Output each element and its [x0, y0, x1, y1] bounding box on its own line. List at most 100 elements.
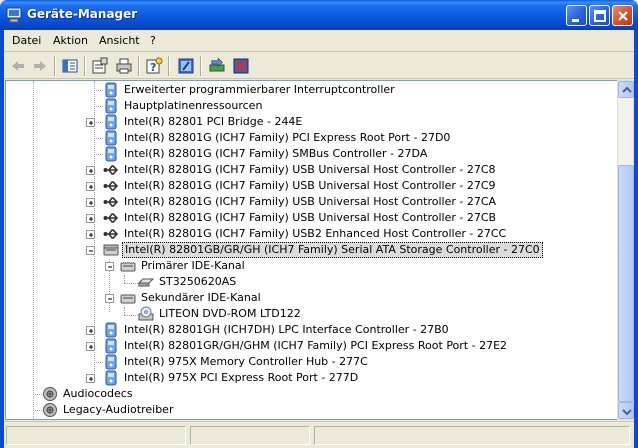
scroll-thumb[interactable]: [618, 165, 634, 402]
show-hide-tree-button[interactable]: [60, 56, 80, 76]
tree-item-label: Intel(R) 82801G (ICH7 Family) USB2 Enhan…: [124, 227, 507, 240]
tree-item-label: Intel(R) 82801GH (ICH7DH) LPC Interface …: [124, 323, 449, 336]
plus-icon: [89, 345, 93, 349]
ide-channel-icon: [120, 294, 136, 304]
usb-icon: [103, 213, 119, 223]
tree-item-label: Sekundärer IDE-Kanal: [141, 291, 261, 304]
status-pane: [6, 426, 186, 445]
system-device-icon: [105, 338, 117, 354]
scan-hardware-icon: [178, 58, 194, 74]
back-button[interactable]: [8, 56, 28, 76]
tree-item-label: ST3250620AS: [159, 275, 237, 288]
expand-toggle[interactable]: [86, 198, 95, 207]
computer-icon: [6, 7, 22, 23]
expand-toggle[interactable]: [86, 214, 95, 223]
minimize-button[interactable]: [566, 5, 587, 26]
tree-branch: [94, 138, 103, 139]
system-device-icon: [105, 130, 117, 146]
plus-icon: [89, 121, 93, 125]
update-driver-button[interactable]: [207, 56, 227, 76]
maximize-button[interactable]: [589, 5, 610, 26]
tree-branch: [94, 90, 103, 91]
expand-toggle[interactable]: [86, 230, 95, 239]
usb-icon: [103, 229, 119, 239]
tree-item-label: Intel(R) 82801G (ICH7 Family) SMBus Cont…: [124, 147, 428, 160]
back-arrow-icon: [12, 61, 24, 71]
tree-item-label: Intel(R) 82801G (ICH7 Family) USB Univer…: [124, 195, 497, 208]
expand-toggle[interactable]: [86, 166, 95, 175]
tree-item-label: Hauptplatinenressourcen: [124, 99, 263, 112]
toolbar: ?: [4, 53, 634, 79]
expand-toggle[interactable]: [86, 326, 95, 335]
dvd-drive-icon: [138, 306, 154, 321]
vertical-scrollbar[interactable]: [617, 80, 634, 420]
expand-toggle[interactable]: [86, 342, 95, 351]
close-button[interactable]: [612, 5, 633, 26]
audio-codec-icon: [43, 403, 57, 417]
tree-item-label: Audiocodecs: [63, 387, 133, 400]
expand-toggle[interactable]: [86, 118, 95, 127]
expand-toggle[interactable]: [86, 182, 95, 191]
collapse-toggle[interactable]: [105, 294, 114, 303]
usb-icon: [103, 165, 119, 175]
menu-datei[interactable]: Datei: [12, 34, 41, 47]
window-frame-left: [0, 30, 4, 448]
tree-branch: [94, 362, 103, 363]
toolbar-separator: [138, 56, 140, 76]
system-device-icon: [105, 370, 117, 386]
tree-branch: [33, 410, 42, 411]
tree-branch: [94, 106, 103, 107]
system-device-icon: [105, 322, 117, 338]
tree-guide-line: [33, 81, 34, 419]
tree-branch: [96, 122, 103, 123]
toolbar-separator: [84, 56, 86, 76]
scroll-up-button[interactable]: [618, 81, 634, 98]
help-icon: ?: [146, 57, 163, 74]
tree-item-label: Intel(R) 82801GR/GH/GHM (ICH7 Family) PC…: [124, 339, 508, 352]
plus-icon: [89, 185, 93, 189]
usb-icon: [103, 197, 119, 207]
chevron-up-icon: [622, 86, 632, 93]
minus-icon: [108, 298, 112, 300]
tree-item-label: Intel(R) 82801 PCI Bridge - 244E: [124, 115, 303, 128]
device-tree[interactable]: Erweiterter programmierbarer Interruptco…: [5, 80, 617, 420]
system-device-icon: [105, 114, 117, 130]
print-button[interactable]: [114, 56, 134, 76]
uninstall-button[interactable]: [231, 56, 251, 76]
system-device-icon: [105, 98, 117, 114]
scroll-down-button[interactable]: [618, 402, 634, 419]
system-device-icon: [105, 354, 117, 370]
tree-item-label: Intel(R) 82801G (ICH7 Family) USB Univer…: [124, 211, 497, 224]
collapse-toggle[interactable]: [105, 262, 114, 271]
title-bar[interactable]: Geräte-Manager: [0, 0, 638, 30]
tree-item-label: LITEON DVD-ROM LTD122: [159, 307, 301, 320]
tree-branch: [94, 154, 103, 155]
usb-icon: [103, 181, 119, 191]
minimize-icon: [572, 19, 579, 22]
properties-button[interactable]: [90, 56, 110, 76]
audio-codec-icon: [43, 387, 57, 401]
forward-button[interactable]: [30, 56, 50, 76]
toolbar-separator: [168, 56, 170, 76]
help-button[interactable]: ?: [144, 56, 164, 76]
plus-icon: [89, 329, 93, 333]
tree-guide-line: [124, 275, 125, 283]
toolbar-separator: [200, 56, 202, 76]
expand-toggle[interactable]: [86, 374, 95, 383]
tree-item-label: Primärer IDE-Kanal: [141, 259, 245, 272]
menu-aktion[interactable]: Aktion: [53, 34, 88, 47]
tree-branch: [33, 394, 42, 395]
menu-help[interactable]: ?: [150, 34, 156, 47]
status-pane: [190, 426, 310, 445]
plus-icon: [89, 169, 93, 173]
hard-disk-icon: [138, 278, 154, 287]
status-pane: [314, 426, 630, 445]
maximize-icon: [594, 10, 606, 22]
window-title: Geräte-Manager: [27, 7, 138, 21]
scan-hardware-button[interactable]: [176, 56, 196, 76]
svg-text:?: ?: [150, 61, 156, 74]
menu-ansicht[interactable]: Ansicht: [99, 34, 140, 47]
collapse-toggle[interactable]: [86, 246, 95, 255]
status-bar: [4, 421, 634, 448]
chevron-down-icon: [622, 409, 632, 416]
